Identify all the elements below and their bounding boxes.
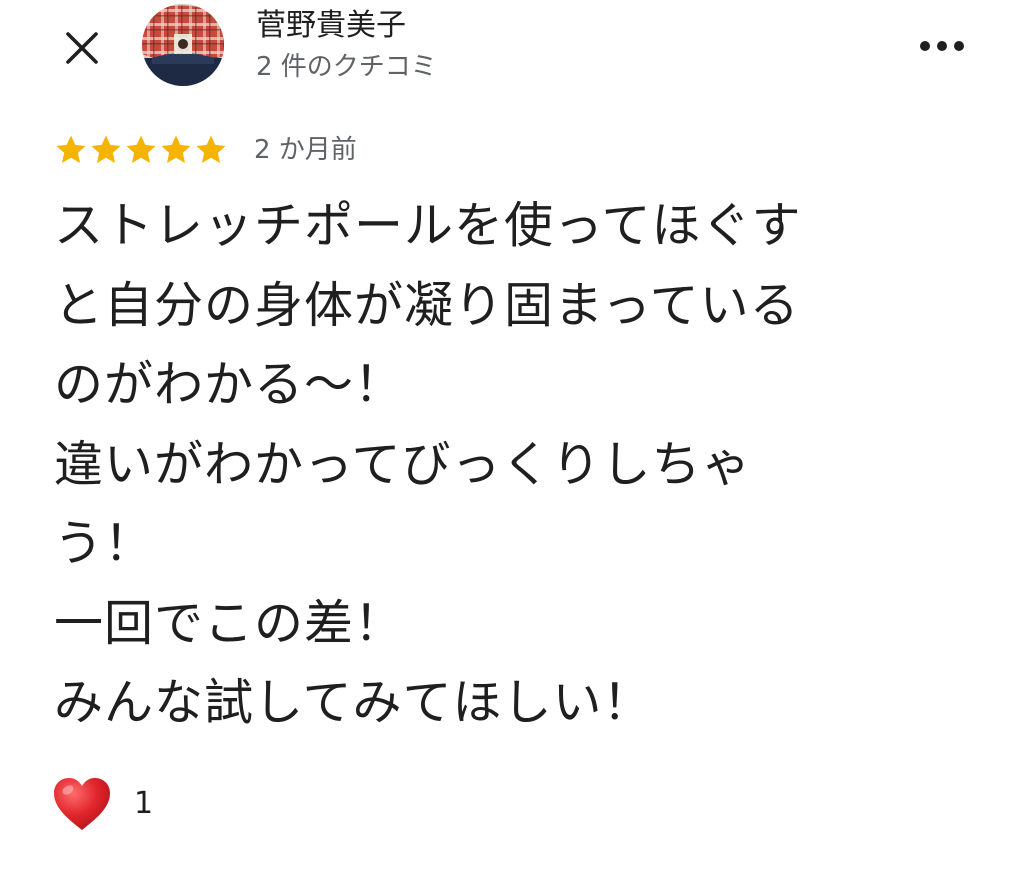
more-horizontal-icon xyxy=(920,41,964,51)
avatar-photo xyxy=(142,4,224,86)
avatar[interactable] xyxy=(142,4,224,86)
close-icon xyxy=(66,32,98,64)
star-icon xyxy=(161,135,191,163)
star-icon xyxy=(56,135,86,163)
more-options-button[interactable] xyxy=(912,26,972,66)
star-icon xyxy=(196,135,226,163)
review-date: 2 か月前 xyxy=(254,135,357,165)
star-rating xyxy=(54,133,228,167)
review-text: ストレッチポールを使ってほぐす と自分の身体が凝り固まっている のがわかる〜！ … xyxy=(54,197,802,731)
star-icon xyxy=(91,135,121,163)
heart-icon xyxy=(54,778,110,830)
like-button[interactable]: 1 xyxy=(52,772,153,836)
rating-row: 2 か月前 xyxy=(54,132,357,168)
close-button[interactable] xyxy=(56,22,108,74)
like-count: 1 xyxy=(134,786,154,821)
star-icon xyxy=(126,135,156,163)
author-name[interactable]: 菅野貴美子 xyxy=(256,6,406,46)
author-review-count: 2 件のクチコミ xyxy=(256,52,437,82)
